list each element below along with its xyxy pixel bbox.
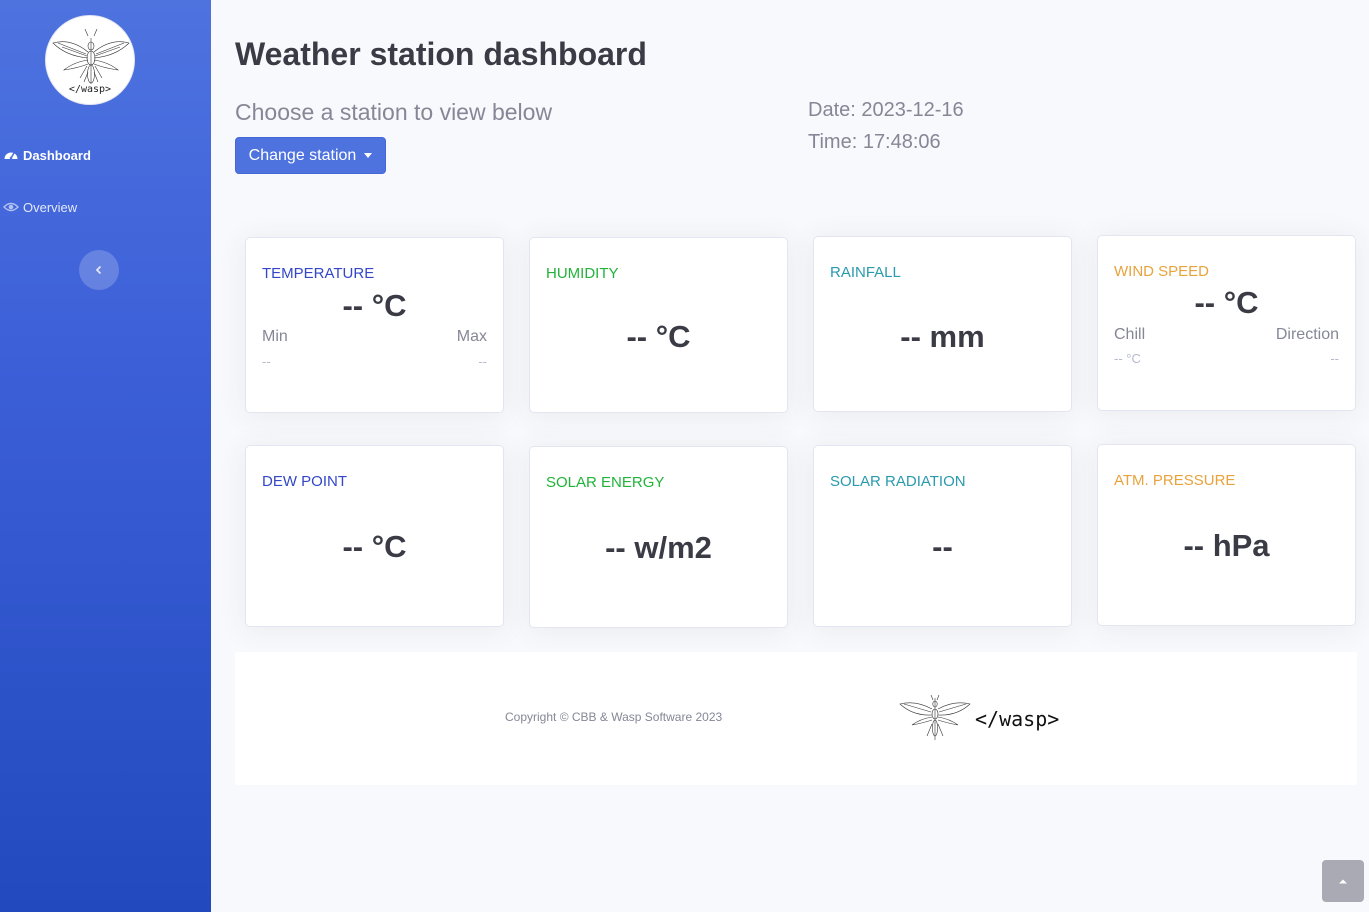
card-label: WIND SPEED xyxy=(1114,263,1210,280)
card-label: ATM. PRESSURE xyxy=(1114,472,1236,489)
dew-point-card: DEW POINT -- °C xyxy=(245,445,504,627)
footer: Copyright © CBB & Wasp Software 2023 </w… xyxy=(235,652,1357,785)
chevron-left-icon xyxy=(95,265,102,275)
copyright-text: Copyright © CBB & Wasp Software 2023 xyxy=(505,710,723,724)
humidity-card: HUMIDITY -- °C xyxy=(529,237,788,413)
wasp-logo[interactable]: </wasp> xyxy=(45,15,135,105)
sidebar-item-label: Overview xyxy=(23,199,78,215)
rainfall-card: RAINFALL -- mm xyxy=(813,236,1072,412)
min-value: -- xyxy=(262,354,271,369)
card-value: -- °C xyxy=(342,288,407,323)
footer-logo: </wasp> xyxy=(898,694,1059,744)
scroll-to-top-button[interactable] xyxy=(1322,860,1364,902)
sidebar-item-label: Dashboard xyxy=(23,147,91,163)
tachometer-icon xyxy=(4,152,18,160)
max-value: -- xyxy=(478,354,487,369)
sidebar-item-overview[interactable]: Overview xyxy=(3,199,77,215)
sidebar-item-dashboard[interactable]: Dashboard xyxy=(3,147,91,163)
card-label: TEMPERATURE xyxy=(262,265,375,282)
eye-icon xyxy=(3,202,19,212)
card-value: -- °C xyxy=(626,319,691,354)
footer-logo-text: </wasp> xyxy=(975,707,1060,731)
max-label: Max xyxy=(456,328,487,345)
min-label: Min xyxy=(262,328,288,345)
card-label: DEW POINT xyxy=(262,473,347,490)
direction-value: -- xyxy=(1330,351,1339,366)
chevron-up-icon xyxy=(1339,879,1347,884)
sidebar: </wasp> Dashboard Overview xyxy=(0,0,211,912)
card-value: -- xyxy=(932,529,953,564)
solar-energy-card: SOLAR ENERGY -- w/m2 xyxy=(529,446,788,628)
card-value: -- °C xyxy=(342,529,407,564)
temperature-card: TEMPERATURE -- °C Min Max -- -- xyxy=(245,237,504,413)
card-label: SOLAR ENERGY xyxy=(546,474,665,491)
logo-text: </wasp> xyxy=(68,84,112,95)
change-station-label: Change station xyxy=(248,146,357,164)
caret-down-icon xyxy=(364,153,373,158)
page-title: Weather station dashboard xyxy=(235,36,647,72)
card-value: -- hPa xyxy=(1183,528,1270,563)
chill-value: -- °C xyxy=(1114,351,1141,366)
direction-label: Direction xyxy=(1275,326,1339,343)
page-subtitle: Choose a station to view below xyxy=(235,99,553,125)
solar-radiation-card: SOLAR RADIATION -- xyxy=(813,445,1072,627)
card-label: SOLAR RADIATION xyxy=(830,473,966,490)
wasp-icon xyxy=(899,694,971,740)
time-text: Time: 17:48:06 xyxy=(808,131,941,153)
wind-speed-card: WIND SPEED -- °C Chill Direction -- °C -… xyxy=(1097,235,1356,411)
card-label: RAINFALL xyxy=(830,264,901,281)
date-text: Date: 2023-12-16 xyxy=(808,99,964,121)
card-value: -- w/m2 xyxy=(605,530,712,565)
card-label: HUMIDITY xyxy=(546,265,619,282)
change-station-button[interactable]: Change station xyxy=(235,137,386,174)
card-value: -- °C xyxy=(1194,285,1259,320)
atm-pressure-card: ATM. PRESSURE -- hPa xyxy=(1097,444,1356,626)
sidebar-toggle-button[interactable] xyxy=(79,250,119,290)
chill-label: Chill xyxy=(1114,326,1146,343)
card-value: -- mm xyxy=(900,319,985,354)
